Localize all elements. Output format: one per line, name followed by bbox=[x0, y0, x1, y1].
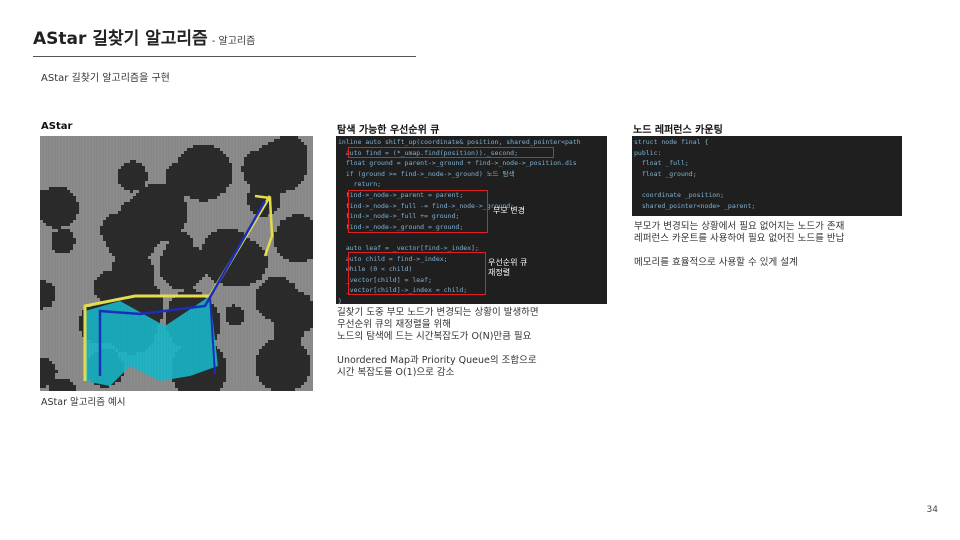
astar-caption: AStar 알고리즘 예시 bbox=[41, 397, 126, 408]
code-line: public: bbox=[634, 148, 662, 157]
highlight-parent-box bbox=[348, 190, 488, 233]
page-number: 34 bbox=[926, 505, 938, 515]
title-text: AStar 길찾기 알고리즘 bbox=[33, 29, 208, 49]
queue-code-snippet: inline auto shift_up(coordinate& positio… bbox=[336, 136, 607, 304]
refcount-description: 부모가 변경되는 상황에서 필요 없어지는 노드가 존재 레퍼런스 카운트를 사… bbox=[634, 221, 845, 268]
refcount-heading: 노드 레퍼런스 카운팅 bbox=[633, 125, 723, 136]
code-line: float ground = parent->_ground + find->_… bbox=[338, 159, 577, 168]
astar-heading: AStar bbox=[41, 121, 73, 132]
code-line: struct node final { bbox=[634, 138, 709, 146]
code-line: return; bbox=[338, 180, 382, 189]
highlight-find-box bbox=[348, 147, 554, 158]
highlight-requeue-box bbox=[348, 252, 486, 295]
intro-text: AStar 길찾기 알고리즘을 구현 bbox=[41, 73, 170, 84]
page-title: AStar 길찾기 알고리즘 - 알고리즘 bbox=[33, 24, 255, 49]
code-line: float _full; bbox=[634, 159, 689, 168]
code-line: shared_pointer<node> _parent; bbox=[634, 201, 756, 210]
refcount-code-snippet: struct node final {public: float _full; … bbox=[632, 136, 902, 216]
queue-heading: 탐색 가능한 우선순위 큐 bbox=[337, 125, 440, 136]
title-subtitle: - 알고리즘 bbox=[211, 36, 256, 47]
code-line: if (ground >= find->_node->_ground) 노드 탐… bbox=[338, 169, 515, 178]
code-line: float _ground; bbox=[634, 169, 697, 178]
code-line: coordinate _position; bbox=[634, 190, 725, 199]
queue-description: 길찾기 도중 부모 노드가 변경되는 상황이 발생하면 우선순위 큐의 재정렬을… bbox=[337, 307, 539, 378]
note-parent-change: 부모 변경 bbox=[493, 206, 525, 215]
astar-grid-image bbox=[40, 136, 313, 391]
title-divider bbox=[33, 56, 416, 57]
note-requeue: 우선순위 큐 재정렬 bbox=[488, 258, 528, 277]
code-line: } bbox=[338, 296, 342, 304]
code-line: inline auto shift_up(coordinate& positio… bbox=[338, 138, 581, 146]
